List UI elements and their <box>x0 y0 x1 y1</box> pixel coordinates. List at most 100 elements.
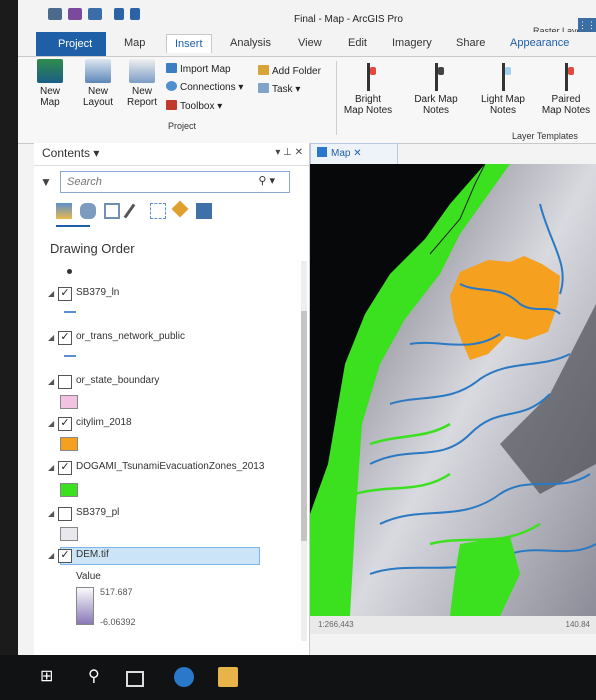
layer-visibility-checkbox[interactable] <box>58 375 72 389</box>
search-input[interactable] <box>65 172 259 192</box>
selection-icon[interactable] <box>104 203 120 219</box>
new-report-button[interactable]: New Report <box>118 59 166 108</box>
map-notes-pin-icon <box>359 63 377 91</box>
arcgis-pro-taskbar-icon[interactable] <box>174 667 194 687</box>
add-folder-button[interactable]: Add Folder <box>258 65 321 77</box>
editing-icon[interactable] <box>123 203 136 219</box>
undo-icon[interactable] <box>114 8 124 20</box>
import-map-label: Import Map <box>180 64 231 75</box>
ribbon: New Map New Layout New Report Import Map… <box>18 57 596 144</box>
tab-imagery[interactable]: Imagery <box>392 37 432 49</box>
tab-analysis[interactable]: Analysis <box>230 37 271 49</box>
light-map-notes-button[interactable]: Light Map Notes <box>474 63 532 116</box>
layer-visibility-checkbox[interactable]: ✓ <box>58 331 72 345</box>
task-button[interactable]: Task ▾ <box>258 83 300 95</box>
tab-share[interactable]: Share <box>456 37 485 49</box>
elevation-gradient-swatch[interactable] <box>76 587 94 625</box>
expand-icon[interactable]: ◢ <box>48 333 54 342</box>
add-folder-label: Add Folder <box>272 66 321 77</box>
search-icon[interactable]: ⚲ <box>88 667 108 687</box>
map-view[interactable] <box>310 164 596 616</box>
map-notes-pin-icon <box>557 63 575 91</box>
scrollbar-thumb[interactable] <box>301 311 307 541</box>
close-icon[interactable]: ✕ <box>353 148 361 159</box>
map-scale[interactable]: 1:266,443 <box>318 620 354 629</box>
dark-map-notes-label: Dark Map Notes <box>414 94 458 116</box>
contents-header: Contents ▾ ▾ ⊥ ✕ <box>34 143 309 166</box>
light-map-notes-label: Light Map Notes <box>481 94 525 116</box>
expand-icon[interactable]: ◢ <box>48 509 54 518</box>
data-source-icon[interactable] <box>80 203 96 219</box>
task-icon <box>258 83 269 93</box>
file-explorer-icon[interactable] <box>218 667 238 687</box>
new-layout-button[interactable]: New Layout <box>74 59 122 108</box>
legend-high-value: 517.687 <box>100 587 133 597</box>
dark-map-notes-button[interactable]: Dark Map Notes <box>408 63 464 116</box>
expand-icon[interactable]: ◢ <box>48 289 54 298</box>
save-icon[interactable] <box>68 8 82 20</box>
open-icon[interactable] <box>48 8 62 20</box>
layer-visibility-checkbox[interactable]: ✓ <box>58 549 72 563</box>
folder-icon <box>258 65 269 75</box>
expand-icon[interactable]: ◢ <box>48 551 54 560</box>
import-map-button[interactable]: Import Map <box>166 63 231 75</box>
tab-edit[interactable]: Edit <box>348 37 367 49</box>
tab-map-view[interactable]: Map ✕ <box>310 143 398 164</box>
fill-swatch[interactable] <box>60 483 78 497</box>
expand-icon[interactable]: ◢ <box>48 463 54 472</box>
map-coordinates: 140.84 <box>565 620 590 629</box>
quick-access-toolbar: Final - Map - ArcGIS Pro Raster Layer ⋮⋮ <box>18 0 596 36</box>
line-symbol[interactable] <box>64 311 76 313</box>
tab-insert[interactable]: Insert <box>166 34 212 53</box>
layer-visibility-checkbox[interactable]: ✓ <box>58 417 72 431</box>
line-symbol[interactable] <box>64 355 76 357</box>
fill-swatch[interactable] <box>60 527 78 541</box>
paired-map-notes-label: Paired Map Notes <box>541 94 591 116</box>
redo-icon[interactable] <box>130 8 140 20</box>
task-label: Task <box>272 84 293 95</box>
fill-swatch[interactable] <box>60 437 78 451</box>
tab-view[interactable]: View <box>298 37 322 49</box>
tab-project[interactable]: Project <box>36 32 107 56</box>
pane-controls[interactable]: ▾ ⊥ ✕ <box>275 147 303 158</box>
charts-icon[interactable] <box>196 203 212 219</box>
map-icon <box>317 147 327 157</box>
window-title: Final - Map - ArcGIS Pro <box>294 14 403 25</box>
grid-icon: ⋮⋮ <box>578 18 596 32</box>
windows-start-icon[interactable]: ⊞ <box>40 667 60 687</box>
fill-swatch[interactable] <box>60 395 78 409</box>
project-icon[interactable] <box>88 8 102 20</box>
tab-map[interactable]: Map <box>124 37 145 49</box>
layer-visibility-checkbox[interactable]: ✓ <box>58 461 72 475</box>
contents-scrollbar[interactable] <box>301 261 307 641</box>
paired-map-notes-button[interactable]: Paired Map Notes <box>538 63 594 116</box>
project-group-label: Project <box>168 121 197 131</box>
search-box: ⚲ ▾ <box>60 171 290 193</box>
import-map-icon <box>166 63 177 73</box>
labeling-icon[interactable] <box>171 200 189 218</box>
active-view-underline <box>56 225 90 227</box>
layer-visibility-checkbox[interactable]: ✓ <box>58 287 72 301</box>
new-map-label: New Map <box>39 86 60 108</box>
contents-pane: Contents ▾ ▾ ⊥ ✕ ▼ ⚲ ▾ Drawing Order ◢ ✓… <box>34 143 310 655</box>
tab-appearance[interactable]: Appearance <box>510 37 569 49</box>
expand-icon[interactable]: ◢ <box>48 377 54 386</box>
drawing-order-heading: Drawing Order <box>50 241 135 256</box>
connections-button[interactable]: Connections ▾ <box>166 81 243 93</box>
bright-map-notes-button[interactable]: Bright Map Notes <box>340 63 396 116</box>
expand-icon[interactable]: ◢ <box>48 419 54 428</box>
drawing-order-icon[interactable] <box>56 203 72 219</box>
snapping-icon[interactable] <box>150 203 166 219</box>
search-icon[interactable]: ⚲ ▾ <box>258 174 275 187</box>
new-report-label: New Report <box>126 86 157 108</box>
toolbox-label: Toolbox <box>180 101 215 112</box>
new-map-button[interactable]: New Map <box>24 59 76 108</box>
task-view-icon[interactable] <box>126 671 144 687</box>
map-status-bar: 1:266,443 140.84 <box>310 616 596 634</box>
new-layout-icon <box>85 59 111 83</box>
layer-visibility-checkbox[interactable] <box>58 507 72 521</box>
filter-icon[interactable]: ▼ <box>40 175 52 189</box>
toolbox-icon <box>166 100 177 110</box>
bright-map-notes-label: Bright Map Notes <box>343 94 393 116</box>
toolbox-button[interactable]: Toolbox ▾ <box>166 100 222 112</box>
